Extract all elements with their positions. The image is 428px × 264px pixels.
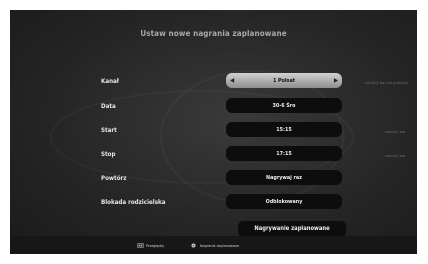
footer-item-scheduled: Nagrania zaplanowane: [191, 240, 239, 250]
navigate-icon: [137, 242, 144, 248]
footer-navigate-label: Przeglądaj: [146, 242, 164, 248]
parental-lock-label: Blokada rodzicielska: [101, 199, 166, 206]
tv-screen: Ustaw nowe nagrania zaplanowane Kanał ◀ …: [10, 10, 417, 254]
date-field[interactable]: 30-6 Śro: [226, 98, 342, 113]
repeat-field[interactable]: Nagrywaj raz: [226, 170, 342, 185]
record-icon: [191, 243, 196, 247]
channel-label: Kanał: [101, 78, 119, 85]
schedule-recording-button[interactable]: Nagrywanie zaplanowane: [238, 221, 346, 237]
footer-scheduled-label: Nagrania zaplanowane: [200, 242, 240, 248]
start-hint: naciśnij ◄ ►: [385, 129, 406, 134]
channel-value: 1 Polsat: [272, 77, 296, 84]
footer-item-navigate: Przeglądaj: [137, 240, 164, 250]
arrow-right-icon[interactable]: ▶: [334, 77, 338, 84]
stop-time-field[interactable]: 17:15: [226, 146, 342, 161]
start-label: Start: [101, 127, 117, 134]
stop-hint: naciśnij ◄ ►: [385, 153, 406, 158]
page-title: Ustaw nowe nagrania zaplanowane: [140, 29, 287, 38]
channel-selector[interactable]: ◀ 1 Polsat ▶: [226, 73, 342, 88]
repeat-label: Powtórz: [101, 175, 127, 182]
footer-bar: Przeglądaj Nagrania zaplanowane: [10, 236, 417, 254]
stop-label: Stop: [101, 151, 116, 158]
date-label: Data: [101, 103, 116, 110]
parental-lock-field[interactable]: Odblokowany: [226, 194, 342, 209]
arrow-left-icon[interactable]: ◀: [230, 77, 234, 84]
start-time-field[interactable]: 15:15: [226, 122, 342, 137]
channel-hint: naciśnij ◄ ► lub przewijaj: [365, 80, 409, 85]
